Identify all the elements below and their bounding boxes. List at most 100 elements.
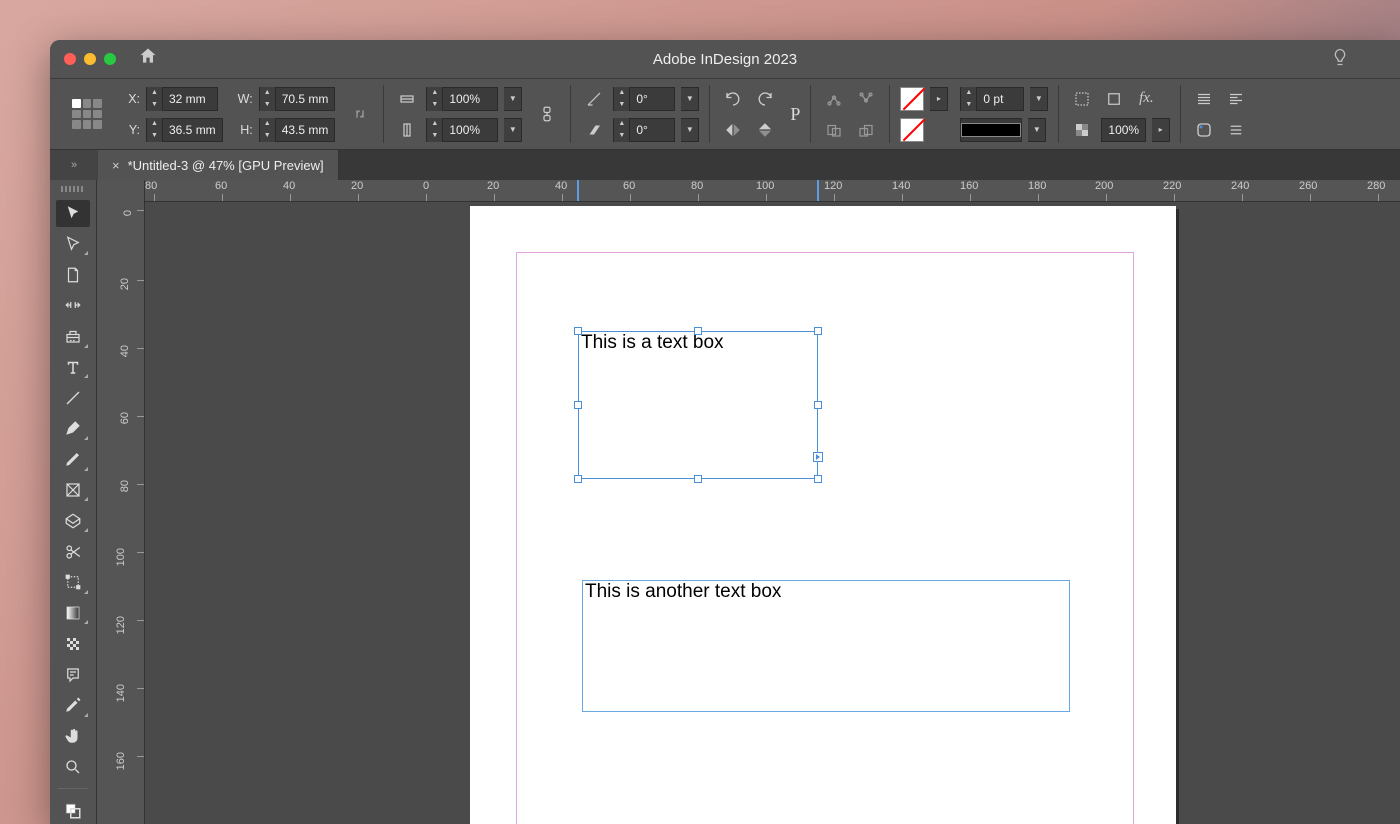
scale-x-icon <box>394 86 420 112</box>
stroke-weight-field[interactable]: ▲▼0 pt <box>960 87 1024 111</box>
maximize-window-button[interactable] <box>104 53 116 65</box>
flip-v-icon[interactable] <box>752 117 778 143</box>
panel-grip[interactable] <box>61 186 85 192</box>
document-tab[interactable]: × *Untitled-3 @ 47% [GPU Preview] <box>98 150 339 180</box>
resize-handle[interactable] <box>814 327 822 335</box>
pencil-tool[interactable] <box>56 446 90 473</box>
select-prev-icon[interactable] <box>821 117 847 143</box>
corner-options-icon[interactable] <box>1191 117 1217 143</box>
select-content-icon[interactable] <box>853 86 879 112</box>
editor-viewport: 0 20 40 60 80 100 120 140 160 80 60 40 2… <box>97 180 1400 824</box>
flip-indicator-p: P <box>790 104 800 125</box>
rotation-dropdown[interactable]: ▼ <box>681 87 699 111</box>
opacity-dropdown[interactable]: ▸ <box>1152 118 1170 142</box>
flip-h-icon[interactable] <box>720 117 746 143</box>
more-options-icon[interactable] <box>1223 117 1249 143</box>
fit-frame-icon[interactable] <box>1101 86 1127 112</box>
rotate-icon <box>581 86 607 112</box>
scale-x-field[interactable]: ▲▼100% <box>426 87 498 111</box>
align-panel-icon[interactable] <box>1223 86 1249 112</box>
rotate-ccw-icon[interactable] <box>720 86 746 112</box>
select-container-icon[interactable] <box>821 86 847 112</box>
effects-icon[interactable]: fx. <box>1133 86 1159 112</box>
resize-handle[interactable] <box>814 401 822 409</box>
resize-handle[interactable] <box>814 475 822 483</box>
text-frame-2[interactable]: This is another text box <box>582 580 1070 712</box>
direct-selection-tool[interactable] <box>56 231 90 258</box>
ruler-vertical[interactable]: 0 20 40 60 80 100 120 140 160 <box>97 180 145 824</box>
shear-icon <box>581 117 607 143</box>
resize-handle[interactable] <box>694 327 702 335</box>
shear-field[interactable]: ▲▼0° <box>613 118 675 142</box>
close-tab-icon[interactable]: × <box>112 158 120 173</box>
tools-panel <box>50 180 97 824</box>
x-field[interactable]: ▲▼32 mm <box>146 87 218 111</box>
selection-tool[interactable] <box>56 200 90 227</box>
type-tool[interactable] <box>56 354 90 381</box>
line-tool[interactable] <box>56 384 90 411</box>
stroke-style-dropdown[interactable]: ▼ <box>1028 118 1046 142</box>
scale-x-dropdown[interactable]: ▼ <box>504 87 522 111</box>
rotation-field[interactable]: ▲▼0° <box>613 87 675 111</box>
close-window-button[interactable] <box>64 53 76 65</box>
note-tool[interactable] <box>56 661 90 688</box>
gradient-feather-tool[interactable] <box>56 630 90 657</box>
constrain-scale-icon[interactable] <box>534 101 560 127</box>
rotate-cw-icon[interactable] <box>752 86 778 112</box>
y-field[interactable]: ▲▼36.5 mm <box>146 118 223 142</box>
fill-stroke-swap[interactable] <box>56 797 90 824</box>
y-label: Y: <box>122 123 140 137</box>
shear-dropdown[interactable]: ▼ <box>681 118 699 142</box>
resize-handle[interactable] <box>574 475 582 483</box>
fill-dropdown[interactable]: ▸ <box>930 87 948 111</box>
fill-swatch[interactable] <box>900 87 924 111</box>
auto-fit-icon[interactable] <box>1069 86 1095 112</box>
scale-y-field[interactable]: ▲▼100% <box>426 118 498 142</box>
stroke-style-field[interactable] <box>960 118 1022 142</box>
tab-label: *Untitled-3 @ 47% [GPU Preview] <box>128 158 324 173</box>
pen-tool[interactable] <box>56 415 90 442</box>
page[interactable]: This is a text box This is another te <box>470 206 1176 824</box>
stroke-weight-dropdown[interactable]: ▼ <box>1030 87 1048 111</box>
stroke-swatch[interactable] <box>900 118 924 142</box>
constrain-link-icon[interactable] <box>347 101 373 127</box>
ruler-horizontal[interactable]: 80 60 40 20 0 20 40 60 80 100 120 140 16… <box>145 180 1400 202</box>
canvas[interactable]: This is a text box This is another te <box>145 202 1400 824</box>
text-frame-1[interactable]: This is a text box <box>578 331 818 479</box>
opacity-field[interactable]: 100% <box>1101 118 1146 142</box>
out-port-icon[interactable] <box>813 452 823 462</box>
resize-handle[interactable] <box>574 327 582 335</box>
select-next-icon[interactable] <box>853 117 879 143</box>
resize-handle[interactable] <box>694 475 702 483</box>
home-icon[interactable] <box>138 46 158 72</box>
rectangle-frame-tool[interactable] <box>56 477 90 504</box>
minimize-window-button[interactable] <box>84 53 96 65</box>
app-title: Adobe InDesign 2023 <box>653 51 797 68</box>
reference-point[interactable] <box>60 79 114 149</box>
text-wrap-icon[interactable] <box>1191 86 1217 112</box>
scissors-tool[interactable] <box>56 538 90 565</box>
control-bar: X: ▲▼32 mm Y: ▲▼36.5 mm W: ▲▼70.5 mm H: … <box>50 78 1400 150</box>
w-label: W: <box>235 92 253 106</box>
text-frame-2-content: This is another text box <box>585 581 781 602</box>
x-label: X: <box>122 92 140 106</box>
gap-tool[interactable] <box>56 292 90 319</box>
scale-y-dropdown[interactable]: ▼ <box>504 118 522 142</box>
tabs-collapse-icon[interactable]: » <box>50 150 98 180</box>
title-bar: Adobe InDesign 2023 <box>50 40 1400 78</box>
content-collector-tool[interactable] <box>56 323 90 350</box>
h-field[interactable]: ▲▼43.5 mm <box>259 118 336 142</box>
zoom-tool[interactable] <box>56 754 90 781</box>
page-tool[interactable] <box>56 261 90 288</box>
eyedropper-tool[interactable] <box>56 692 90 719</box>
discover-icon[interactable] <box>1330 47 1350 72</box>
resize-handle[interactable] <box>574 401 582 409</box>
document-tabs: » × *Untitled-3 @ 47% [GPU Preview] <box>50 150 1400 180</box>
w-field[interactable]: ▲▼70.5 mm <box>259 87 336 111</box>
h-label: H: <box>235 123 253 137</box>
hand-tool[interactable] <box>56 723 90 750</box>
gradient-swatch-tool[interactable] <box>56 600 90 627</box>
opacity-icon <box>1069 117 1095 143</box>
rectangle-tool[interactable] <box>56 507 90 534</box>
free-transform-tool[interactable] <box>56 569 90 596</box>
